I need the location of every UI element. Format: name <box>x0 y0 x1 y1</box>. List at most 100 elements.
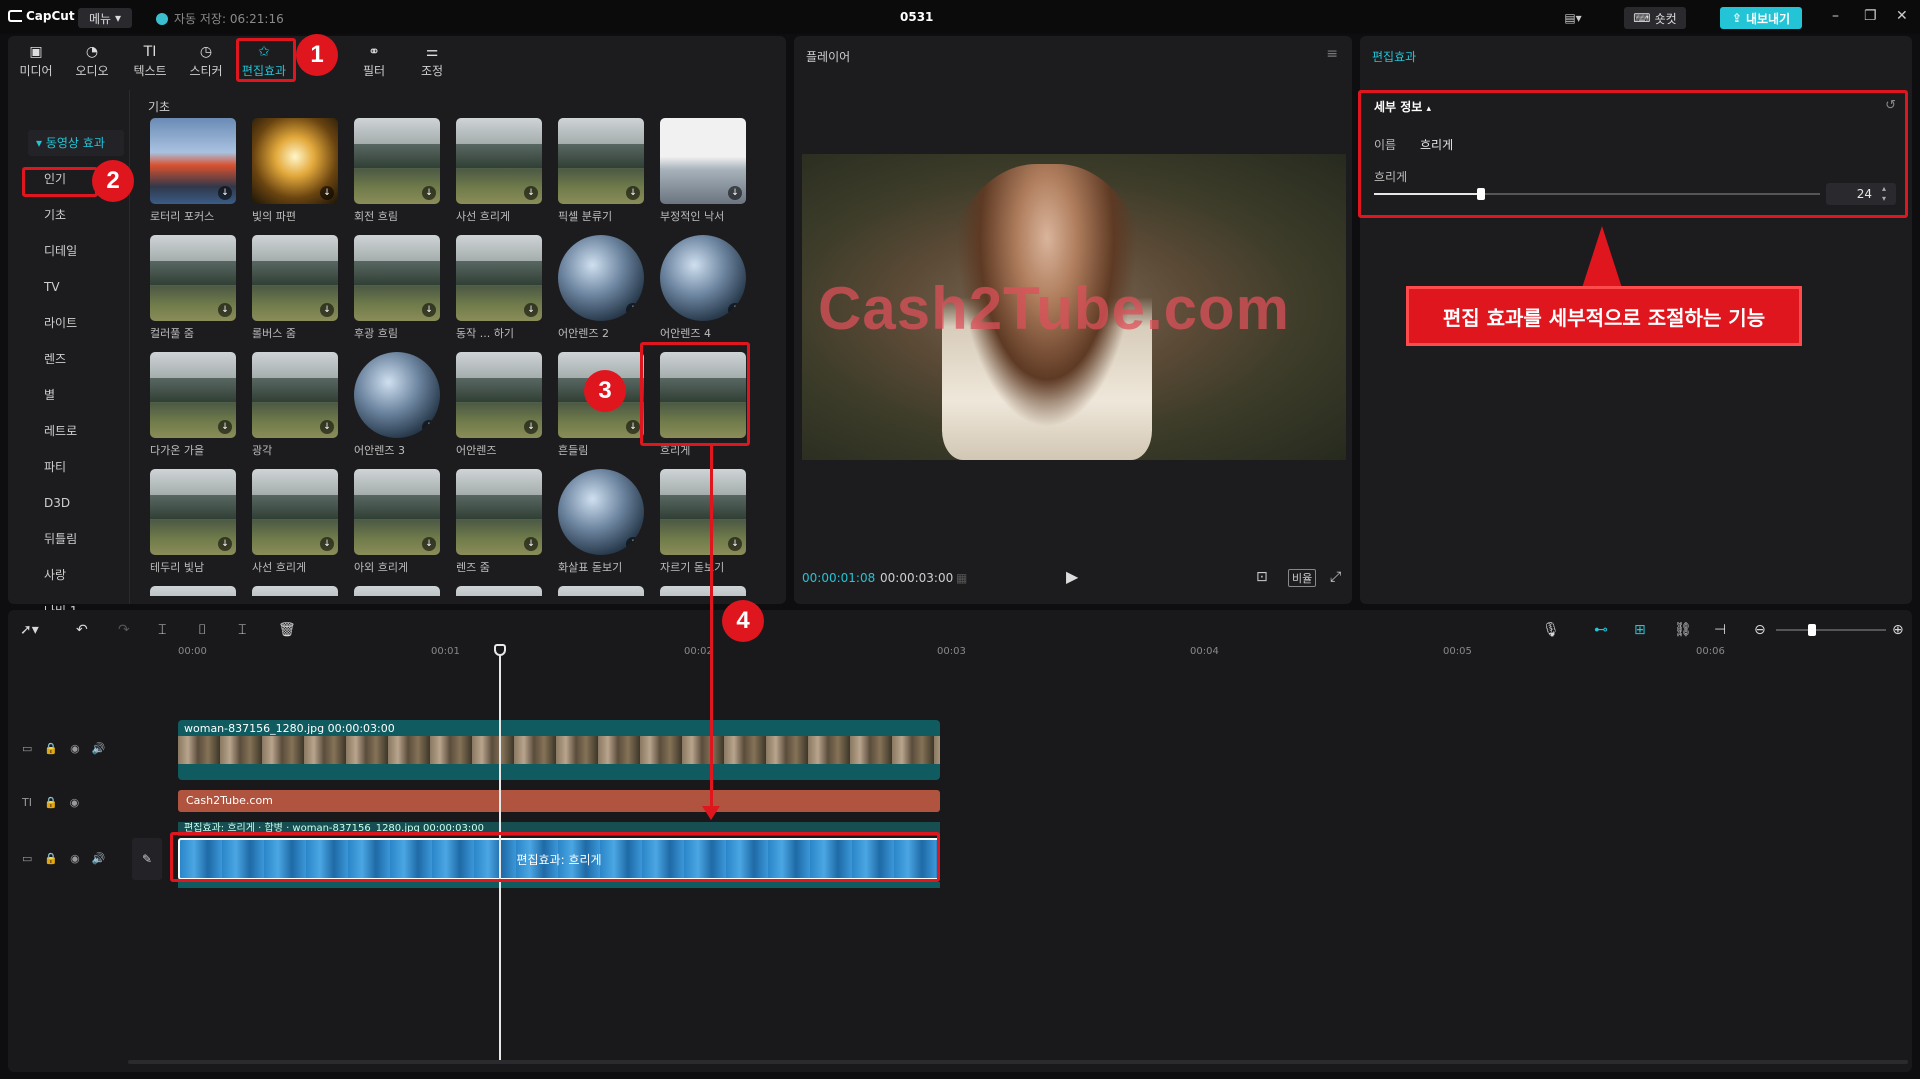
sidebar-item-star[interactable]: 별 <box>28 382 124 408</box>
tab-audio[interactable]: ◔ 오디오 <box>66 40 118 84</box>
effect-thumbnail[interactable] <box>150 586 236 596</box>
timeline-scrollbar[interactable] <box>128 1060 1908 1064</box>
download-icon[interactable]: ↓ <box>728 186 742 200</box>
download-icon[interactable]: ↓ <box>524 420 538 434</box>
effect-thumbnail[interactable]: ↓ <box>354 469 440 555</box>
volume-icon[interactable]: 🔊 <box>92 742 106 755</box>
minimize-icon[interactable]: – <box>1832 8 1839 24</box>
effect-thumbnail[interactable]: ↓ <box>456 469 542 555</box>
timeline-ruler[interactable]: 00:00 00:01 00:02 00:03 00:04 00:05 00:06 <box>8 610 1912 660</box>
download-icon[interactable]: ↓ <box>626 186 640 200</box>
export-button[interactable]: ⇪ 내보내기 <box>1720 7 1802 29</box>
effect-thumbnail[interactable]: ↓ <box>252 469 338 555</box>
download-icon[interactable]: ↓ <box>320 303 334 317</box>
effect-thumbnail[interactable]: ↓ <box>252 118 338 204</box>
effect-thumbnail[interactable]: ↓ <box>150 469 236 555</box>
effect-thumbnail[interactable] <box>354 586 440 596</box>
effect-thumbnail[interactable]: ↓ <box>150 118 236 204</box>
eye-icon[interactable]: ◉ <box>70 742 80 755</box>
ratio-button[interactable]: 비율 <box>1288 569 1317 587</box>
download-icon[interactable]: ↓ <box>422 420 436 434</box>
download-icon[interactable]: ↓ <box>728 537 742 551</box>
sidebar-category-video-effects[interactable]: ▾ 동영상 효과 <box>28 130 124 156</box>
thumbnail-forest <box>150 494 236 519</box>
lock-icon[interactable]: 🔒 <box>44 852 58 865</box>
download-icon[interactable]: ↓ <box>524 537 538 551</box>
tab-text[interactable]: TI 텍스트 <box>124 40 176 84</box>
edit-cover-icon[interactable]: ✎ <box>132 838 162 880</box>
download-icon[interactable]: ↓ <box>320 186 334 200</box>
playhead-handle[interactable] <box>494 644 506 656</box>
effect-thumbnail[interactable]: ↓ <box>456 235 542 321</box>
download-icon[interactable]: ↓ <box>626 420 640 434</box>
sidebar-item-love[interactable]: 사랑 <box>28 562 124 588</box>
tab-media[interactable]: ▣ 미디어 <box>10 40 62 84</box>
effect-thumbnail[interactable]: ↓ <box>150 235 236 321</box>
download-icon[interactable]: ↓ <box>524 303 538 317</box>
download-icon[interactable]: ↓ <box>218 303 232 317</box>
tab-adjust[interactable]: ⚌ 조정 <box>406 40 458 84</box>
eye-icon[interactable]: ◉ <box>70 852 80 865</box>
download-icon[interactable]: ↓ <box>524 186 538 200</box>
download-icon[interactable]: ↓ <box>422 303 436 317</box>
close-icon[interactable]: ✕ <box>1896 8 1908 24</box>
effect-thumbnail[interactable]: ↓ <box>354 235 440 321</box>
menu-button[interactable]: 메뉴 ▾ <box>78 8 132 28</box>
lock-icon[interactable]: 🔒 <box>44 742 58 755</box>
download-icon[interactable]: ↓ <box>422 537 436 551</box>
effect-thumbnail[interactable]: ↓ <box>558 235 644 321</box>
effect-thumbnail[interactable] <box>558 586 644 596</box>
effect-thumbnail[interactable]: ↓ <box>252 235 338 321</box>
effect-thumbnail[interactable]: ↓ <box>456 352 542 438</box>
effect-thumbnail[interactable]: ↓ <box>558 469 644 555</box>
effect-thumbnail[interactable] <box>660 586 746 596</box>
play-button[interactable]: ▶ <box>1066 567 1078 586</box>
effect-thumbnail[interactable]: ↓ <box>252 352 338 438</box>
layout-button[interactable]: ▤▾ <box>1556 7 1590 29</box>
sidebar-item-retro[interactable]: 레트로 <box>28 418 124 444</box>
hamburger-menu-icon[interactable]: ≡ <box>1326 46 1338 62</box>
sidebar-item-light[interactable]: 라이트 <box>28 310 124 336</box>
ruler-tick-label: 00:02 <box>684 646 713 657</box>
sidebar-item-basic[interactable]: 기초 <box>28 202 124 228</box>
sidebar-item-tv[interactable]: TV <box>28 274 124 300</box>
overlay-video-clip[interactable]: woman-837156_1280.jpg 00:00:03:00 <box>178 720 940 780</box>
eye-icon[interactable]: ◉ <box>70 796 80 809</box>
download-icon[interactable]: ↓ <box>422 186 436 200</box>
shortcut-button[interactable]: ⌨ 숏컷 <box>1624 7 1686 29</box>
tab-sticker[interactable]: ◷ 스티커 <box>180 40 232 84</box>
track-type-icon: ▭ <box>22 742 33 755</box>
effect-thumbnail[interactable] <box>252 586 338 596</box>
effect-thumbnail[interactable]: ↓ <box>558 118 644 204</box>
download-icon[interactable]: ↓ <box>320 537 334 551</box>
grid-icon[interactable]: ▦ <box>956 571 967 585</box>
sidebar-item-detail[interactable]: 디테일 <box>28 238 124 264</box>
effect-thumbnail[interactable]: ↓ <box>660 469 746 555</box>
volume-icon[interactable]: 🔊 <box>92 852 106 865</box>
download-icon[interactable]: ↓ <box>728 303 742 317</box>
effect-thumbnail[interactable]: ↓ <box>354 118 440 204</box>
download-icon[interactable]: ↓ <box>218 420 232 434</box>
effect-thumbnail[interactable]: ↓ <box>660 118 746 204</box>
download-icon[interactable]: ↓ <box>626 303 640 317</box>
sidebar-item-distort[interactable]: 뒤틀림 <box>28 526 124 552</box>
sidebar-item-party[interactable]: 파티 <box>28 454 124 480</box>
download-icon[interactable]: ↓ <box>626 537 640 551</box>
effect-thumbnail[interactable]: ↓ <box>660 235 746 321</box>
text-clip[interactable]: Cash2Tube.com <box>178 790 940 812</box>
effect-thumbnail[interactable]: ↓ <box>456 118 542 204</box>
download-icon[interactable]: ↓ <box>218 186 232 200</box>
sidebar-item-lens[interactable]: 렌즈 <box>28 346 124 372</box>
effect-thumbnail[interactable] <box>456 586 542 596</box>
video-preview[interactable]: Cash2Tube.com <box>802 154 1346 460</box>
fullscreen-icon[interactable]: ⤢ <box>1330 569 1341 585</box>
download-icon[interactable]: ↓ <box>218 537 232 551</box>
tab-filter[interactable]: ⚭ 필터 <box>348 40 400 84</box>
lock-icon[interactable]: 🔒 <box>44 796 58 809</box>
sidebar-item-d3d[interactable]: D3D <box>28 490 124 516</box>
effect-thumbnail[interactable]: ↓ <box>150 352 236 438</box>
effect-thumbnail[interactable]: ↓ <box>354 352 440 438</box>
restore-icon[interactable]: ❐ <box>1864 8 1877 24</box>
screenshot-icon[interactable]: ⊡ <box>1256 569 1268 585</box>
download-icon[interactable]: ↓ <box>320 420 334 434</box>
